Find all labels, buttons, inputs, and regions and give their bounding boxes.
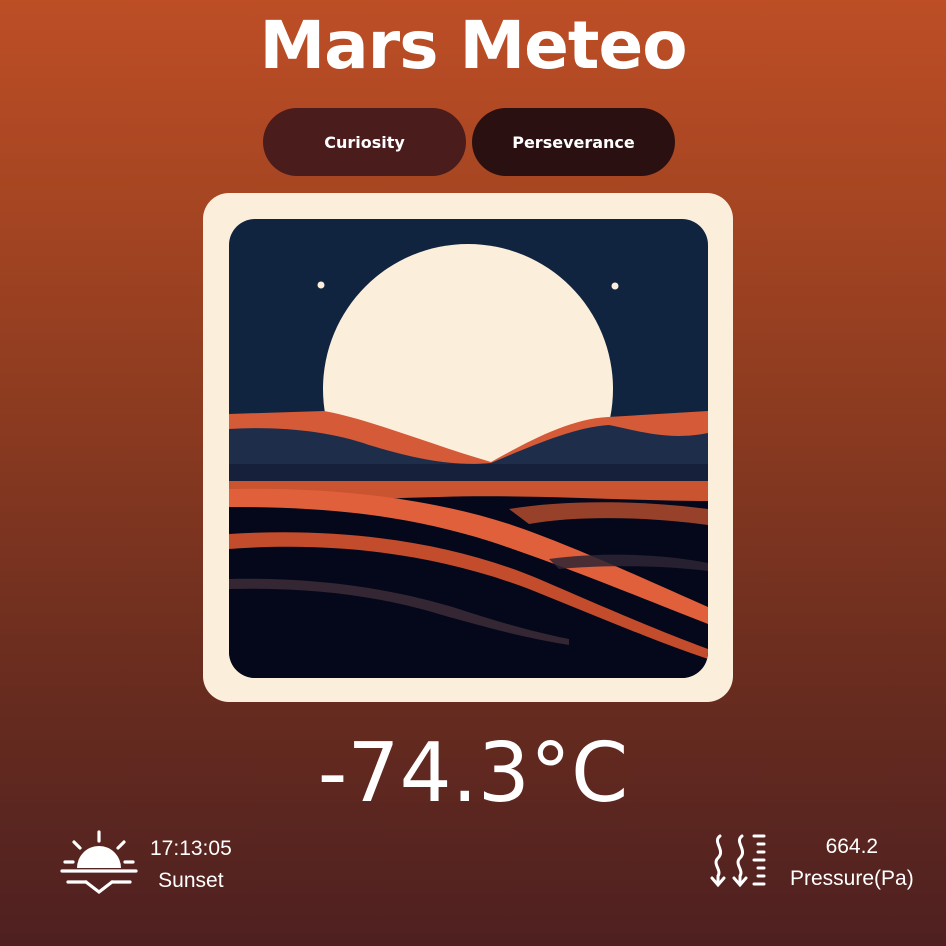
temperature-reading: -74.3°C bbox=[317, 726, 629, 821]
pressure-value: 664.2 bbox=[825, 835, 879, 858]
sunset-stat: 17:13:05 Sunset bbox=[60, 830, 232, 900]
pressure-label: Pressure(Pa) bbox=[790, 867, 914, 890]
weather-illustration-frame bbox=[203, 193, 733, 702]
tab-curiosity[interactable]: Curiosity bbox=[263, 108, 466, 176]
sunset-icon bbox=[60, 830, 138, 900]
tab-perseverance[interactable]: Perseverance bbox=[472, 108, 675, 176]
pressure-icon bbox=[706, 830, 768, 896]
sunset-label: Sunset bbox=[158, 869, 224, 892]
pressure-stat: 664.2 Pressure(Pa) bbox=[706, 830, 914, 896]
sunset-value: 17:13:05 bbox=[150, 837, 232, 860]
mars-landscape-illustration bbox=[229, 219, 708, 678]
app-title: Mars Meteo bbox=[259, 7, 687, 84]
rover-tabs: Curiosity Perseverance bbox=[263, 108, 675, 176]
